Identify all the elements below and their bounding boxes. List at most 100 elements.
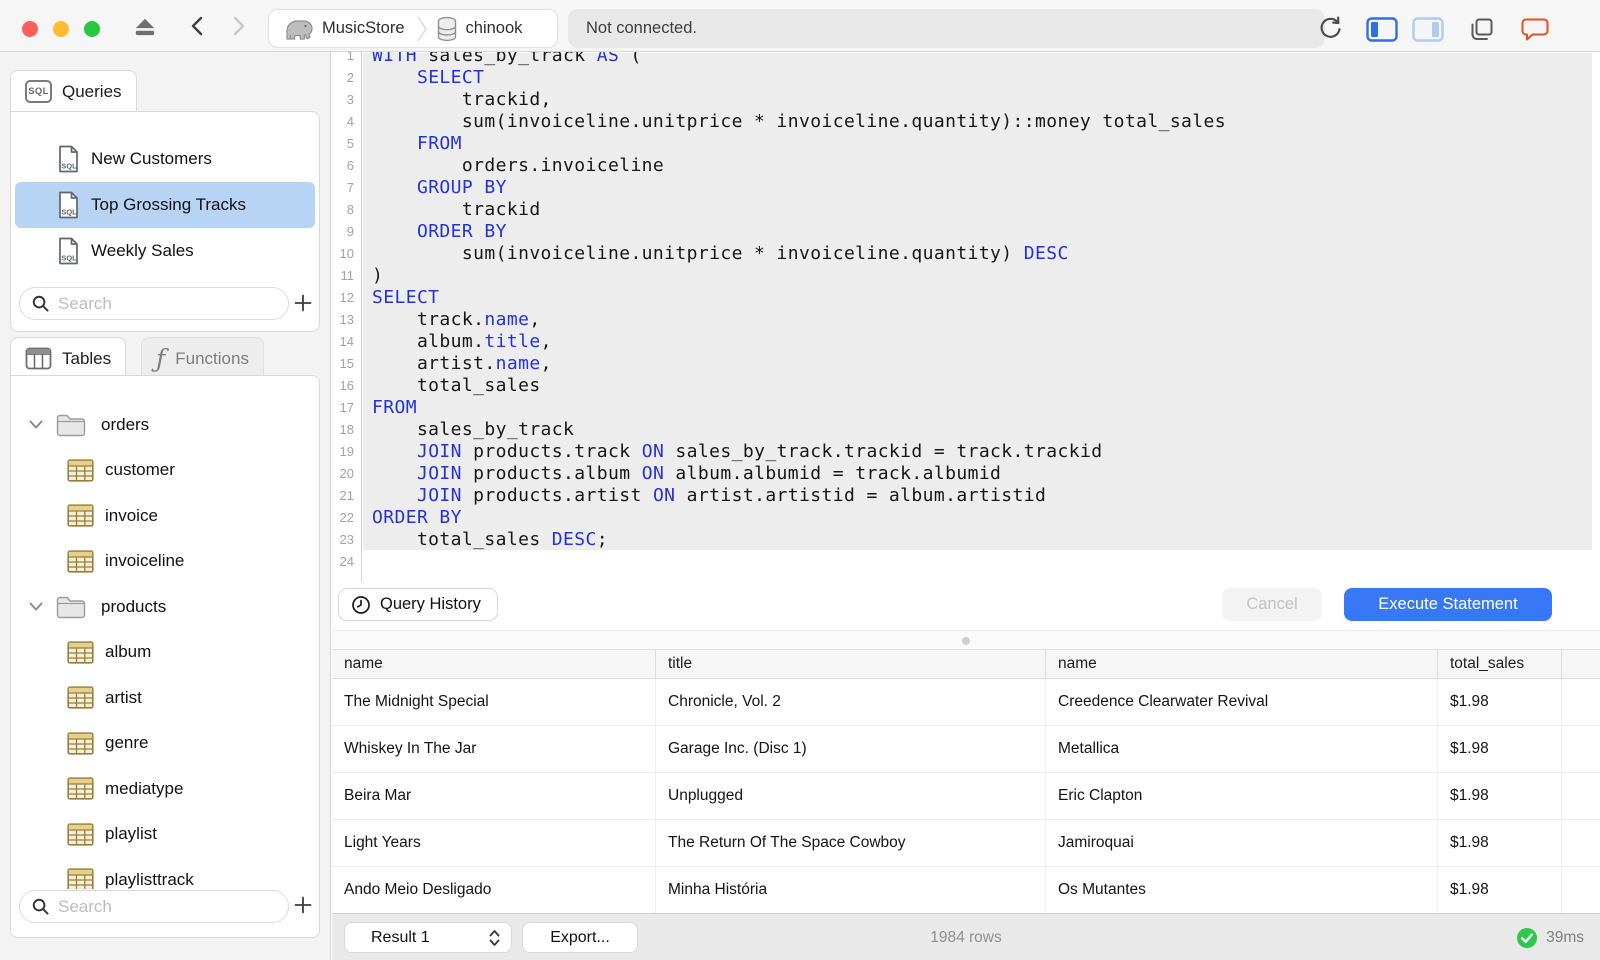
zoom-button[interactable] — [84, 21, 100, 37]
column-header[interactable]: name — [332, 650, 656, 678]
forward-button[interactable] — [226, 14, 250, 38]
toggle-right-sidebar-icon[interactable] — [1412, 17, 1444, 42]
minimize-button[interactable] — [53, 21, 69, 37]
table-cell[interactable]: $1.98 — [1438, 867, 1562, 913]
table-cell[interactable]: Os Mutantes — [1046, 867, 1438, 913]
tab-tables[interactable]: Tables — [10, 337, 127, 379]
splitter-handle[interactable] — [332, 630, 1600, 650]
tree-table-row[interactable]: invoice — [11, 493, 319, 539]
table-cell[interactable]: Chronicle, Vol. 2 — [656, 679, 1046, 725]
tree-folder-row[interactable]: products — [11, 584, 319, 630]
tree-table-row[interactable]: mediatype — [11, 766, 319, 812]
tree-item-label: invoiceline — [105, 551, 185, 571]
query-list-item[interactable]: SQL Top Grossing Tracks — [15, 182, 315, 228]
sql-text: artist.artistid = album.artistid — [675, 484, 1047, 506]
table-row[interactable]: The Midnight Special Chronicle, Vol. 2 Cre… — [332, 679, 1600, 726]
search-icon — [32, 898, 49, 915]
table-cell[interactable]: $1.98 — [1438, 773, 1562, 819]
tree-table-row[interactable]: genre — [11, 721, 319, 767]
table-cell[interactable]: Creedence Clearwater Revival — [1046, 679, 1438, 725]
server-elephant-icon — [286, 19, 313, 40]
close-button[interactable] — [22, 21, 38, 37]
refresh-icon[interactable] — [1317, 14, 1344, 41]
tables-search-input[interactable] — [58, 896, 268, 917]
eject-icon[interactable] — [132, 14, 158, 40]
tree-table-row[interactable]: invoiceline — [11, 539, 319, 585]
table-cell[interactable]: $1.98 — [1438, 820, 1562, 866]
queries-search-field[interactable] — [19, 287, 289, 320]
table-icon — [67, 732, 94, 755]
query-history-button[interactable]: Query History — [338, 588, 498, 621]
column-header[interactable]: total_sales — [1438, 650, 1562, 678]
column-header[interactable]: name — [1046, 650, 1438, 678]
table-row[interactable]: Beira Mar Unplugged Eric Clapton $1.98 — [332, 773, 1600, 820]
line-number: 20 — [339, 465, 354, 481]
table-cell-blank — [1562, 820, 1600, 866]
table-cell[interactable]: Minha História — [656, 867, 1046, 913]
table-cell[interactable]: Garage Inc. (Disc 1) — [656, 726, 1046, 772]
table-row[interactable]: Whiskey In The Jar Garage Inc. (Disc 1) Me… — [332, 726, 1600, 773]
line-number: 5 — [346, 135, 354, 151]
table-cell[interactable]: Jamiroquai — [1046, 820, 1438, 866]
add-table-button[interactable] — [289, 891, 317, 919]
tables-search-field[interactable] — [19, 890, 289, 923]
column-header[interactable]: title — [656, 650, 1046, 678]
tree-item-label: mediatype — [105, 778, 184, 798]
table-cell[interactable]: Ando Meio Desligado — [332, 867, 656, 913]
tab-functions[interactable]: ƒ Functions — [141, 337, 264, 379]
execute-statement-button[interactable]: Execute Statement — [1344, 588, 1552, 621]
code-line: SELECT — [372, 67, 1226, 89]
query-item-label: Weekly Sales — [91, 241, 194, 260]
functions-tab-icon: ƒ — [156, 343, 166, 373]
sql-keyword: DESC — [1023, 242, 1069, 264]
toggle-left-sidebar-icon[interactable] — [1366, 17, 1398, 42]
table-cell[interactable]: The Return Of The Space Cowboy — [656, 820, 1046, 866]
table-cell[interactable]: $1.98 — [1438, 726, 1562, 772]
table-cell[interactable]: Eric Clapton — [1046, 773, 1438, 819]
table-cell[interactable]: Metallica — [1046, 726, 1438, 772]
breadcrumb-database[interactable]: chinook — [466, 19, 523, 38]
table-cell[interactable]: The Midnight Special — [332, 679, 656, 725]
line-number: 1 — [346, 52, 354, 63]
add-query-button[interactable] — [289, 289, 317, 317]
table-cell[interactable]: Beira Mar — [332, 773, 656, 819]
code-line: trackid — [372, 199, 1226, 221]
queries-search-input[interactable] — [58, 293, 268, 314]
query-list-item[interactable]: SQL New Customers — [15, 136, 315, 182]
line-number: 13 — [339, 311, 354, 327]
table-cell[interactable]: Unplugged — [656, 773, 1046, 819]
code-line: album.title, — [372, 331, 1226, 353]
table-icon — [67, 777, 94, 800]
tree-table-row[interactable]: playlist — [11, 812, 319, 858]
table-icon — [67, 641, 94, 664]
table-row[interactable]: Light Years The Return Of The Space Cowbo… — [332, 820, 1600, 867]
sql-editor[interactable]: 1 2 3 4 5 6 7 8 9 10 11 12 13 14 15 16 17 18 19 20 21 22 23 24 … — [332, 52, 1600, 582]
windows-icon[interactable] — [1468, 16, 1496, 43]
back-button[interactable] — [186, 14, 210, 38]
queries-search-row — [11, 287, 319, 321]
table-cell[interactable]: Whiskey In The Jar — [332, 726, 656, 772]
tree-table-row[interactable]: artist — [11, 675, 319, 721]
line-number: 15 — [339, 355, 354, 371]
sql-keyword: name — [484, 308, 530, 330]
line-number: 24 — [339, 553, 354, 569]
tables-tree: orders customer invoice invoiceline prod… — [11, 376, 319, 903]
tree-table-row[interactable]: album — [11, 630, 319, 676]
table-row[interactable]: Ando Meio Desligado Minha História Os Muta… — [332, 867, 1600, 913]
table-cell[interactable]: $1.98 — [1438, 679, 1562, 725]
tree-table-row[interactable]: customer — [11, 448, 319, 494]
table-cell[interactable]: Light Years — [332, 820, 656, 866]
code-line: sales_by_track — [372, 419, 1226, 441]
cancel-button[interactable]: Cancel — [1222, 588, 1322, 621]
tab-queries[interactable]: SQL Queries — [10, 70, 137, 112]
line-number: 18 — [339, 421, 354, 437]
tree-folder-row[interactable]: orders — [11, 402, 319, 448]
sql-file-icon: SQL — [59, 237, 78, 265]
table-cell-blank — [1562, 867, 1600, 913]
tab-tables-label: Tables — [62, 348, 112, 368]
breadcrumb-server[interactable]: MusicStore — [322, 19, 405, 38]
chat-icon[interactable] — [1520, 16, 1550, 43]
query-list-item[interactable]: SQL Weekly Sales — [15, 228, 315, 274]
